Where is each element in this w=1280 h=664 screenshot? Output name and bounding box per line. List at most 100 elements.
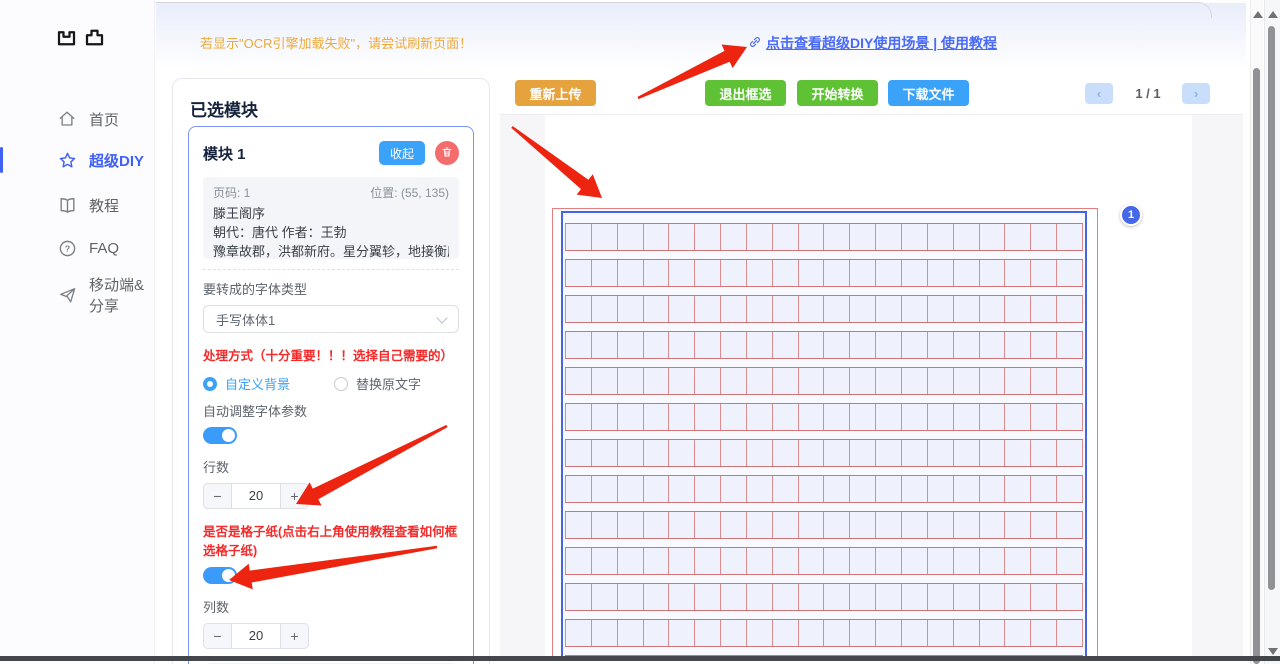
toggle-knob xyxy=(222,569,235,582)
grid-cell xyxy=(902,296,928,322)
grid-cell xyxy=(928,368,954,394)
grid-cell xyxy=(902,332,928,358)
grid-row xyxy=(565,367,1083,395)
sidebar-item-label: 教程 xyxy=(89,195,119,216)
toggle-knob xyxy=(222,429,235,442)
chevron-down-icon xyxy=(436,312,447,323)
radio-custom-background-label[interactable]: 自定义背景 xyxy=(225,374,290,393)
scroll-up-arrow-icon[interactable] xyxy=(1253,11,1263,18)
sidebar-item-super-diy[interactable]: 超级DIY xyxy=(0,140,155,180)
sidebar-item-tutorial[interactable]: 教程 xyxy=(0,185,155,225)
grid-cell xyxy=(773,548,799,574)
radio-custom-background[interactable] xyxy=(203,377,217,391)
download-file-button[interactable]: 下载文件 xyxy=(888,80,969,106)
grid-cell xyxy=(824,260,850,286)
grid-cell xyxy=(721,440,747,466)
grid-cell xyxy=(876,404,902,430)
selection-box[interactable] xyxy=(561,211,1087,661)
grid-cell xyxy=(902,548,928,574)
grid-cell xyxy=(850,512,876,538)
radio-replace-text[interactable] xyxy=(334,377,348,391)
scroll-up-arrow-icon[interactable] xyxy=(1268,11,1278,18)
grid-cell xyxy=(1057,332,1083,358)
grid-cell xyxy=(669,368,695,394)
grid-cell xyxy=(592,512,618,538)
grid-cell xyxy=(721,620,747,646)
grid-cell xyxy=(773,368,799,394)
browser-scrollbar[interactable] xyxy=(1264,0,1280,664)
sidebar-item-mobile-share[interactable]: 移动端&分享 xyxy=(0,275,155,315)
grid-cell xyxy=(1005,296,1031,322)
sidebar-item-label: FAQ xyxy=(89,240,119,257)
grid-cell xyxy=(1057,512,1083,538)
sidebar-item-home[interactable]: 首页 xyxy=(0,99,155,139)
grid-cell xyxy=(954,512,980,538)
scroll-down-arrow-icon[interactable] xyxy=(1268,648,1278,655)
prev-page-button[interactable]: ‹ xyxy=(1085,83,1113,104)
grid-cell xyxy=(799,260,825,286)
sidebar-item-faq[interactable]: ? FAQ xyxy=(0,228,155,268)
next-page-button[interactable]: › xyxy=(1182,83,1210,104)
grid-cell xyxy=(1005,332,1031,358)
rows-label: 行数 xyxy=(203,457,459,476)
auto-adjust-toggle[interactable] xyxy=(203,427,237,444)
grid-cell xyxy=(799,440,825,466)
grid-cell xyxy=(980,476,1006,502)
cols-increment-button[interactable]: + xyxy=(280,623,309,649)
question-icon: ? xyxy=(57,238,77,258)
grid-cell xyxy=(773,224,799,250)
reupload-button[interactable]: 重新上传 xyxy=(515,80,596,106)
grid-cell xyxy=(565,440,592,466)
rows-value[interactable]: 20 xyxy=(232,483,280,509)
sidebar-item-label: 移动端&分享 xyxy=(89,274,155,316)
grid-cell xyxy=(1057,260,1083,286)
grid-cell xyxy=(695,440,721,466)
trash-icon xyxy=(441,146,453,161)
rows-increment-button[interactable]: + xyxy=(280,483,309,509)
grid-cell xyxy=(644,332,670,358)
grid-cell xyxy=(565,512,592,538)
grid-cell xyxy=(565,476,592,502)
card-top-outline xyxy=(78,2,1212,18)
cols-value[interactable]: 20 xyxy=(232,623,280,649)
grid-cell xyxy=(876,224,902,250)
grid-cell xyxy=(980,404,1006,430)
grid-cell xyxy=(644,584,670,610)
module-text-line: 滕王阁序 xyxy=(213,204,449,223)
grid-cell xyxy=(980,512,1006,538)
grid-paper-toggle[interactable] xyxy=(203,567,237,584)
content-scrollbar[interactable] xyxy=(1250,0,1263,664)
grid-cell xyxy=(721,476,747,502)
exit-selection-button[interactable]: 退出框选 xyxy=(705,80,786,106)
grid-cell xyxy=(799,296,825,322)
usage-tutorial-link[interactable]: 点击查看超级DIY使用场景 | 使用教程 xyxy=(748,33,997,53)
grid-cell xyxy=(876,332,902,358)
grid-cell xyxy=(773,512,799,538)
delete-module-button[interactable] xyxy=(435,141,459,165)
grid-cell xyxy=(592,260,618,286)
grid-cell xyxy=(669,476,695,502)
grid-paper-label: 是否是格子纸(点击右上角使用教程查看如何框选格子纸) xyxy=(203,521,459,559)
rows-decrement-button[interactable]: − xyxy=(203,483,232,509)
document-preview-pane[interactable]: 1 xyxy=(500,115,1243,661)
grid-cell xyxy=(1057,368,1083,394)
grid-cell xyxy=(850,620,876,646)
module-name: 模块 1 xyxy=(203,143,379,164)
cols-decrement-button[interactable]: − xyxy=(203,623,232,649)
font-type-select[interactable]: 手写体体1 xyxy=(203,305,459,333)
browser-scrollbar-thumb[interactable] xyxy=(1268,26,1275,590)
grid-rows xyxy=(563,223,1085,661)
collapse-module-button[interactable]: 收起 xyxy=(379,141,425,165)
grid-cell xyxy=(721,332,747,358)
grid-cell xyxy=(954,584,980,610)
grid-cell xyxy=(747,224,773,250)
content-scrollbar-thumb[interactable] xyxy=(1253,68,1260,664)
start-convert-button[interactable]: 开始转换 xyxy=(797,80,878,106)
grid-cell xyxy=(644,476,670,502)
svg-text:?: ? xyxy=(64,243,69,253)
grid-cell xyxy=(669,224,695,250)
grid-cell xyxy=(592,368,618,394)
grid-cell xyxy=(850,224,876,250)
grid-cell xyxy=(592,440,618,466)
radio-replace-text-label[interactable]: 替换原文字 xyxy=(356,374,421,393)
